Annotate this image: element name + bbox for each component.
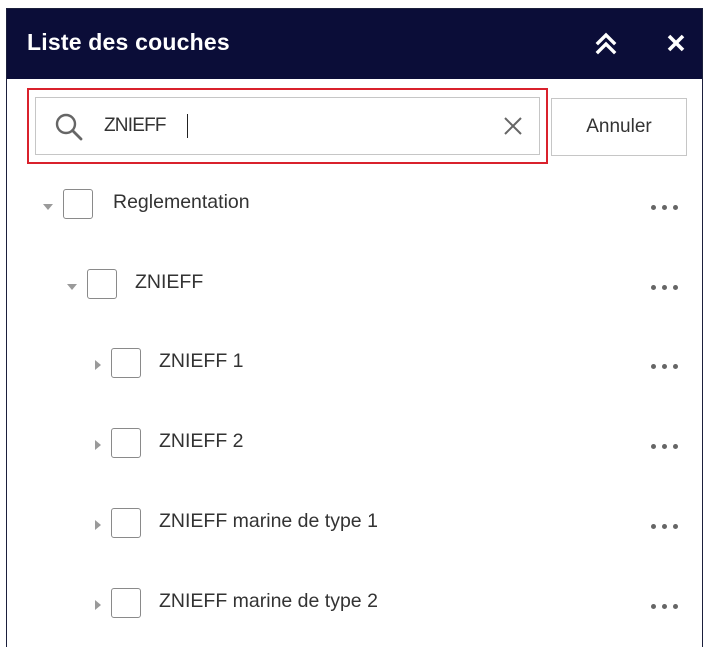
more-options-icon[interactable]	[649, 283, 683, 293]
more-options-icon[interactable]	[649, 522, 683, 532]
collapse-button[interactable]	[589, 25, 623, 61]
more-options-icon[interactable]	[649, 362, 683, 372]
layer-row: ZNIEFF	[7, 257, 702, 317]
layer-checkbox[interactable]	[63, 189, 93, 219]
search-box[interactable]	[35, 97, 540, 155]
layer-label: ZNIEFF marine de type 1	[159, 510, 378, 532]
more-options-icon[interactable]	[649, 602, 683, 612]
close-button[interactable]	[659, 25, 693, 61]
layer-label: ZNIEFF 1	[159, 350, 244, 372]
layer-checkbox[interactable]	[111, 428, 141, 458]
layer-row: ZNIEFF 1	[7, 336, 702, 396]
panel-title: Liste des couches	[27, 29, 230, 55]
clear-icon[interactable]	[502, 115, 524, 137]
close-icon	[667, 34, 685, 52]
caret-right-icon[interactable]	[91, 438, 105, 452]
more-options-icon[interactable]	[649, 442, 683, 452]
search-icon	[55, 113, 83, 141]
layer-checkbox[interactable]	[111, 588, 141, 618]
search-input[interactable]	[104, 112, 484, 140]
chevrons-up-icon	[595, 32, 617, 55]
more-options-icon[interactable]	[649, 203, 683, 213]
layer-checkbox[interactable]	[111, 508, 141, 538]
layer-label: ZNIEFF	[135, 271, 204, 293]
caret-right-icon[interactable]	[91, 518, 105, 532]
layer-row: ZNIEFF 2	[7, 416, 702, 476]
caret-right-icon[interactable]	[91, 598, 105, 612]
layer-label: Reglementation	[113, 191, 250, 213]
cancel-button[interactable]: Annuler	[551, 98, 687, 156]
layer-list-panel: Liste des couches Annuler	[6, 8, 703, 647]
layer-checkbox[interactable]	[111, 348, 141, 378]
layer-checkbox[interactable]	[87, 269, 117, 299]
caret-right-icon[interactable]	[91, 358, 105, 372]
layer-row: Reglementation	[7, 177, 702, 237]
layer-row: ZNIEFF marine de type 2	[7, 576, 702, 636]
layer-row: ZNIEFF marine de type 1	[7, 496, 702, 556]
caret-down-icon[interactable]	[41, 199, 55, 213]
caret-down-icon[interactable]	[65, 279, 79, 293]
panel-header: Liste des couches	[7, 9, 702, 79]
text-caret	[187, 114, 188, 138]
layer-label: ZNIEFF marine de type 2	[159, 590, 378, 612]
layer-label: ZNIEFF 2	[159, 430, 244, 452]
